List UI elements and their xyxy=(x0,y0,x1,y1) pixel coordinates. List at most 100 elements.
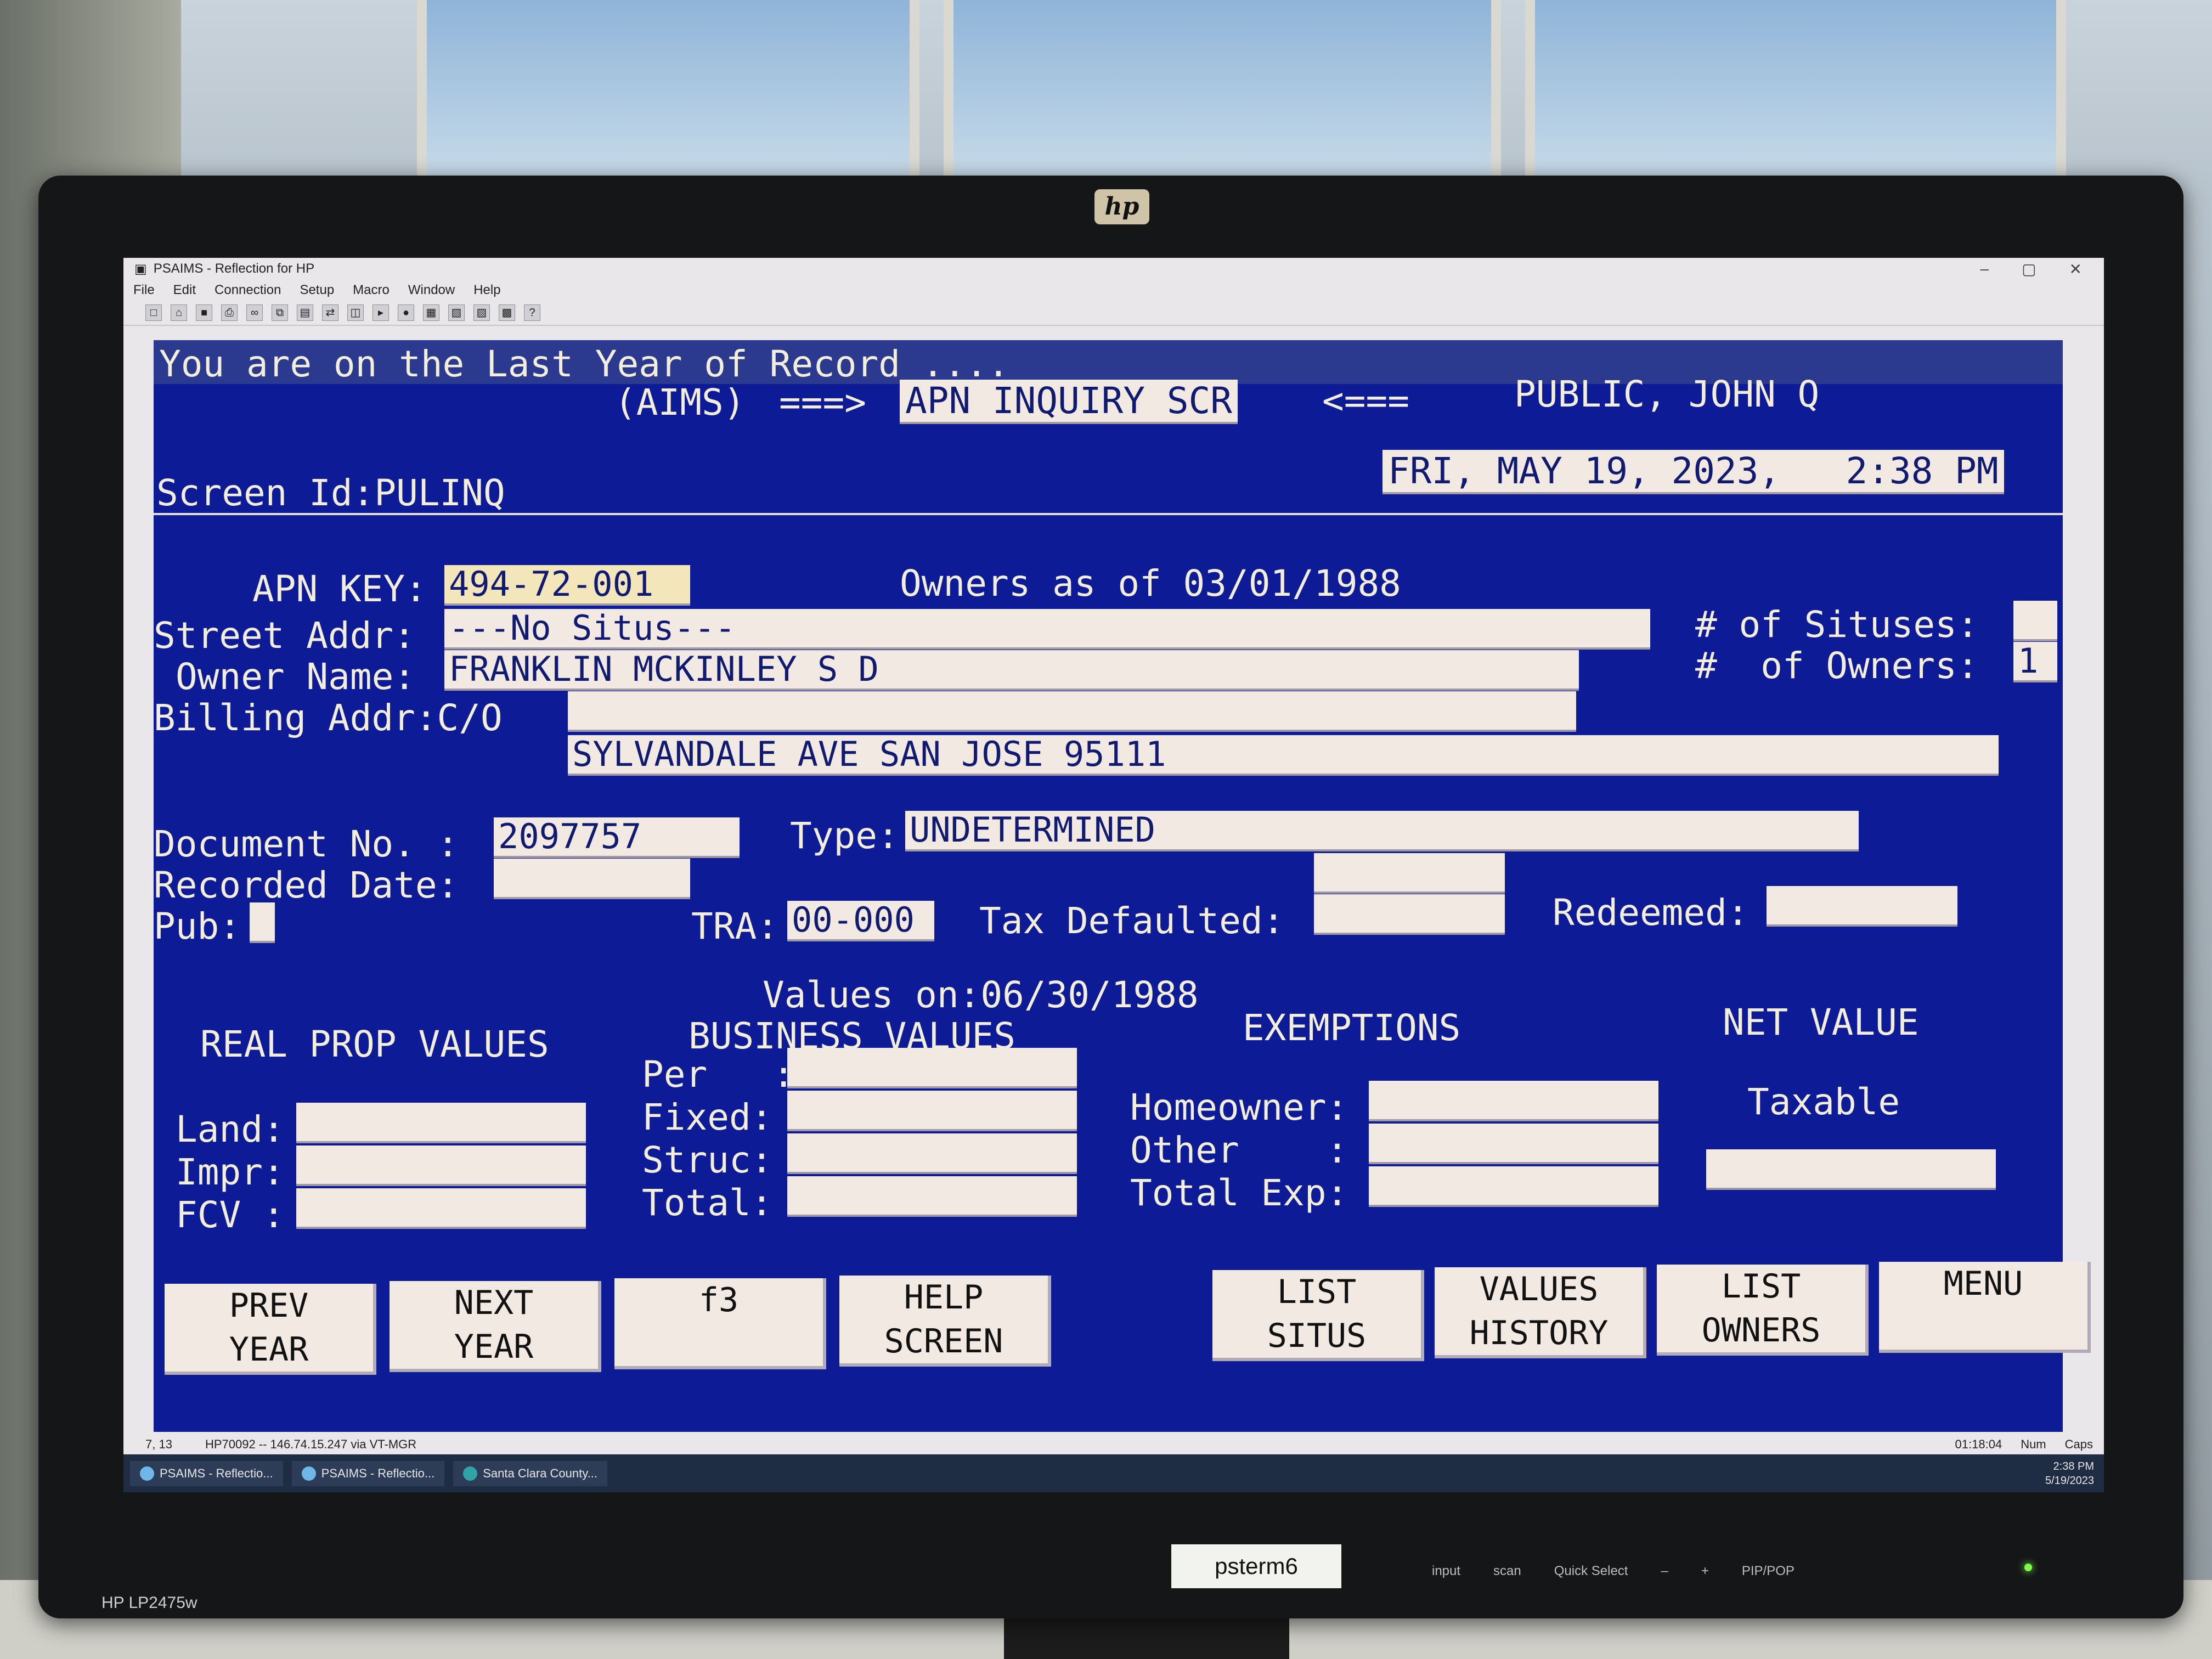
play-icon[interactable]: ▸ xyxy=(373,304,389,321)
help-screen-button[interactable]: HELP SCREEN xyxy=(839,1276,1051,1367)
menu-window[interactable]: Window xyxy=(408,283,455,298)
terminal-screen[interactable]: You are on the Last Year of Record .... … xyxy=(154,340,2091,1432)
new-icon[interactable]: □ xyxy=(145,304,162,321)
list-situs-label: LIST SITUS xyxy=(1267,1273,1367,1355)
taskbar: PSAIMS - Reflectio... PSAIMS - Reflectio… xyxy=(123,1454,2104,1492)
menu-button[interactable]: MENU xyxy=(1879,1262,2091,1353)
monitor-control[interactable]: input xyxy=(1432,1564,1460,1579)
divider xyxy=(154,513,2063,515)
total-field[interactable] xyxy=(787,1176,1077,1217)
maximize-button[interactable]: ▢ xyxy=(2022,260,2036,278)
owners-field[interactable]: 1 xyxy=(2013,642,2057,682)
paste-icon[interactable]: ▤ xyxy=(297,304,313,321)
close-button[interactable]: ✕ xyxy=(2069,260,2082,278)
minimize-button[interactable]: – xyxy=(1980,260,1989,278)
fixed-label: Fixed: xyxy=(642,1096,773,1138)
menu-file[interactable]: File xyxy=(133,283,155,298)
record-icon[interactable]: ● xyxy=(398,304,414,321)
pub-field[interactable] xyxy=(250,902,275,943)
street-addr-field[interactable]: ---No Situs--- xyxy=(444,609,1650,650)
redeemed-field[interactable] xyxy=(1767,886,1957,927)
recorded-date-field[interactable] xyxy=(494,859,690,899)
screen3-icon[interactable]: ▨ xyxy=(473,304,490,321)
f3-button[interactable]: f3 xyxy=(614,1278,826,1369)
impr-field[interactable] xyxy=(296,1146,586,1186)
screen-id: Screen Id:PULINQ xyxy=(156,472,505,514)
save-icon[interactable]: ■ xyxy=(196,304,212,321)
real-prop-header: REAL PROP VALUES xyxy=(200,1023,549,1065)
tax-defaulted-upper-field[interactable] xyxy=(1314,853,1505,894)
taskbar-item[interactable]: PSAIMS - Reflectio... xyxy=(130,1460,283,1486)
situses-label: # of Situses: xyxy=(1695,603,1979,646)
taskbar-item[interactable]: Santa Clara County... xyxy=(453,1460,607,1486)
transfer-icon[interactable]: ⇄ xyxy=(322,304,338,321)
homeowner-label: Homeowner: xyxy=(1130,1086,1348,1128)
menu-help[interactable]: Help xyxy=(473,283,500,298)
prev-year-label: PREV YEAR xyxy=(229,1286,309,1369)
prev-year-button[interactable]: PREV YEAR xyxy=(165,1284,376,1375)
total-exp-field[interactable] xyxy=(1369,1166,1658,1207)
taxable-label: Taxable xyxy=(1747,1081,1900,1123)
help-icon[interactable]: ? xyxy=(524,304,540,321)
owner-name-label: Owner Name: xyxy=(176,656,416,698)
screen4-icon[interactable]: ▩ xyxy=(499,304,515,321)
cursor-position: 7, 13 xyxy=(145,1437,172,1451)
list-situs-button[interactable]: LIST SITUS xyxy=(1212,1270,1424,1361)
menu-connection[interactable]: Connection xyxy=(215,283,281,298)
values-history-button[interactable]: VALUES HISTORY xyxy=(1435,1267,1646,1358)
f3-label: f3 xyxy=(698,1281,739,1319)
fixed-field[interactable] xyxy=(787,1091,1077,1131)
monitor-sticker: psterm6 xyxy=(1171,1544,1341,1588)
tax-defaulted-field[interactable] xyxy=(1314,894,1505,935)
caps-lock-indicator: Caps xyxy=(2064,1437,2093,1451)
struc-label: Struc: xyxy=(642,1139,773,1181)
monitor-control[interactable]: scan xyxy=(1493,1564,1521,1579)
values-on: Values on:06/30/1988 xyxy=(763,974,1199,1016)
menu-macro[interactable]: Macro xyxy=(353,283,390,298)
binoculars-icon[interactable]: ∞ xyxy=(246,304,263,321)
situses-field[interactable] xyxy=(2013,601,2057,641)
num-lock-indicator: Num xyxy=(2021,1437,2046,1451)
document-no-field[interactable]: 2097757 xyxy=(494,817,740,858)
menu-edit[interactable]: Edit xyxy=(173,283,196,298)
list-owners-label: LIST OWNERS xyxy=(1701,1267,1821,1350)
struc-field[interactable] xyxy=(787,1133,1077,1174)
office-window xyxy=(944,0,1501,181)
monitor-control[interactable]: – xyxy=(1661,1564,1668,1579)
fcv-field[interactable] xyxy=(296,1188,586,1229)
billing-addr-line1[interactable] xyxy=(568,691,1576,732)
tra-field[interactable]: 00-000 xyxy=(787,901,934,941)
last-year-message: You are on the Last Year of Record .... xyxy=(159,343,1009,385)
per-field[interactable] xyxy=(787,1048,1077,1088)
reflection-icon xyxy=(140,1466,154,1481)
monitor-control[interactable]: Quick Select xyxy=(1554,1564,1628,1579)
taxable-field[interactable] xyxy=(1706,1149,1996,1190)
land-field[interactable] xyxy=(296,1103,586,1143)
open-icon[interactable]: ⌂ xyxy=(171,304,187,321)
system-name: (AIMS) xyxy=(614,381,746,424)
monitor-control[interactable]: + xyxy=(1701,1564,1709,1579)
monitor-model: HP LP2475w xyxy=(101,1594,198,1612)
other-field[interactable] xyxy=(1369,1124,1658,1164)
copy-icon[interactable]: ⧉ xyxy=(272,304,288,321)
total-exp-label: Total Exp: xyxy=(1130,1172,1348,1214)
billing-addr-line2[interactable]: SYLVANDALE AVE SAN JOSE 95111 xyxy=(568,735,1999,776)
app-window: ▣ PSAIMS - Reflection for HP – ▢ ✕ File … xyxy=(123,258,2104,1492)
list-owners-button[interactable]: LIST OWNERS xyxy=(1657,1265,1869,1356)
menu-setup[interactable]: Setup xyxy=(300,283,334,298)
screen2-icon[interactable]: ▧ xyxy=(448,304,465,321)
print-icon[interactable]: ⎙ xyxy=(221,304,238,321)
mode-icon[interactable]: ◫ xyxy=(347,304,364,321)
next-year-button[interactable]: NEXT YEAR xyxy=(390,1281,601,1372)
taskbar-item[interactable]: PSAIMS - Reflectio... xyxy=(291,1460,445,1486)
homeowner-field[interactable] xyxy=(1369,1081,1658,1121)
impr-label: Impr: xyxy=(176,1151,285,1193)
type-field[interactable]: UNDETERMINED xyxy=(905,811,1859,851)
apn-key-field[interactable]: 494-72-001 xyxy=(444,565,690,606)
owner-name-field[interactable]: FRANKLIN MCKINLEY S D xyxy=(444,650,1579,691)
screen1-icon[interactable]: ▦ xyxy=(423,304,439,321)
help-screen-label: HELP SCREEN xyxy=(884,1278,1003,1361)
monitor-control[interactable]: PIP/POP xyxy=(1742,1564,1795,1579)
billing-addr-label: Billing Addr:C/O xyxy=(154,697,503,739)
taskbar-clock[interactable]: 2:38 PM 5/19/2023 xyxy=(2045,1459,2104,1488)
